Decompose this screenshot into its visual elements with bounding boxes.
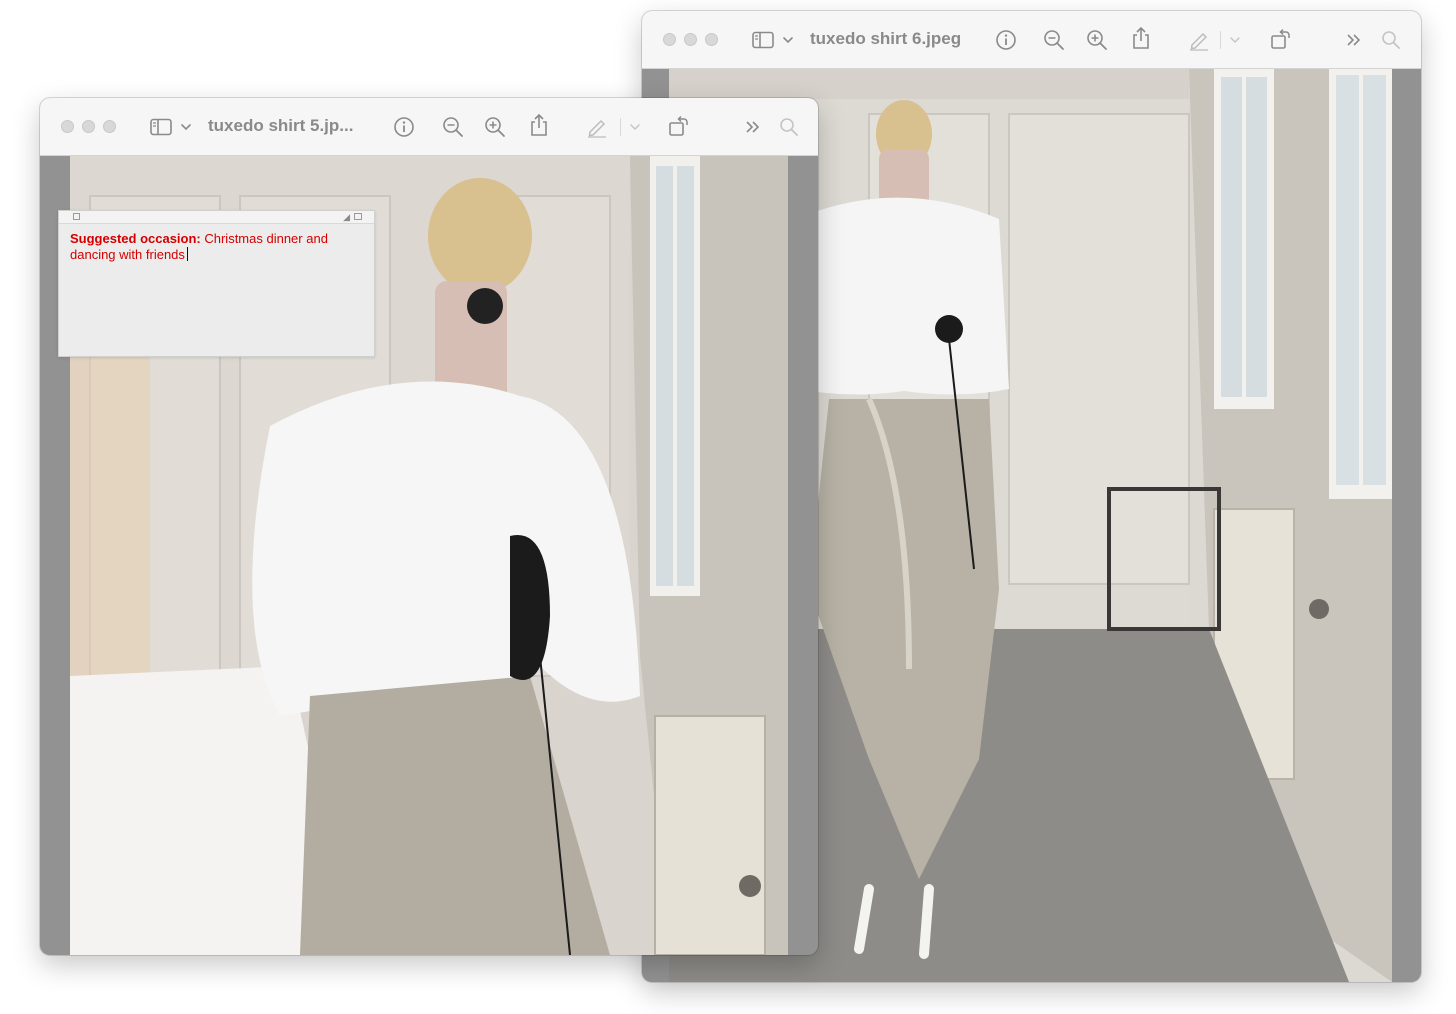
note-title-bar: ◢ (59, 211, 374, 224)
search-button[interactable] (1381, 27, 1401, 53)
markup-button[interactable] (586, 114, 608, 140)
note-collapse-button[interactable] (354, 213, 362, 220)
chevron-down-icon (783, 37, 793, 44)
rotate-icon (1271, 28, 1290, 49)
zoom-out-button[interactable] (1043, 27, 1065, 53)
rotate-button[interactable] (1270, 26, 1292, 52)
close-button[interactable] (61, 120, 74, 133)
window-title: tuxedo shirt 6.jpeg (810, 29, 962, 48)
zoom-out-icon (1044, 30, 1064, 50)
info-button[interactable] (393, 114, 415, 140)
annotation-note[interactable]: ◢ Suggested occasion: Christmas dinner a… (58, 210, 375, 357)
traffic-lights (663, 33, 718, 46)
zoom-out-icon (443, 117, 463, 137)
minimize-button[interactable] (82, 120, 95, 133)
sidebar-menu-button[interactable] (782, 27, 794, 53)
more-button[interactable] (1345, 27, 1363, 53)
share-icon (1133, 26, 1149, 49)
note-close-button[interactable] (73, 213, 80, 220)
zoom-in-icon (1087, 30, 1107, 50)
rotate-icon (669, 115, 688, 136)
info-icon (394, 117, 414, 137)
zoom-out-button[interactable] (442, 114, 464, 140)
toolbar-divider (1220, 31, 1221, 49)
sidebar-toggle-button[interactable] (150, 114, 172, 140)
traffic-lights (61, 120, 116, 133)
zoom-in-button[interactable] (484, 114, 506, 140)
more-icon (746, 121, 760, 133)
share-button[interactable] (529, 112, 549, 138)
minimize-button[interactable] (684, 33, 697, 46)
markup-pen-icon (1190, 32, 1208, 51)
markup-button[interactable] (1188, 27, 1210, 53)
zoom-in-button[interactable] (1086, 27, 1108, 53)
sidebar-icon (752, 31, 774, 49)
markup-pen-icon (588, 119, 606, 138)
share-button[interactable] (1131, 25, 1151, 51)
chevron-down-icon (181, 124, 191, 131)
toolbar: tuxedo shirt 6.jpeg (642, 11, 1421, 69)
search-icon (1382, 31, 1400, 49)
zoom-button[interactable] (103, 120, 116, 133)
note-label: Suggested occasion: (70, 231, 201, 246)
note-resize-icon[interactable]: ◢ (343, 212, 350, 222)
sidebar-toggle-button[interactable] (752, 27, 774, 53)
chevron-down-icon (1230, 37, 1240, 43)
search-icon (780, 118, 798, 136)
more-button[interactable] (744, 114, 762, 140)
close-button[interactable] (663, 33, 676, 46)
sidebar-menu-button[interactable] (180, 114, 192, 140)
sidebar-icon (150, 118, 172, 136)
toolbar: tuxedo shirt 5.jp... (40, 98, 818, 156)
info-icon (996, 30, 1016, 50)
markup-menu-button[interactable] (1229, 27, 1241, 53)
more-icon (1347, 34, 1361, 46)
info-button[interactable] (995, 27, 1017, 53)
rotate-button[interactable] (668, 113, 690, 139)
zoom-button[interactable] (705, 33, 718, 46)
toolbar-divider (620, 118, 621, 136)
chevron-down-icon (630, 124, 640, 130)
zoom-in-icon (485, 117, 505, 137)
window-title: tuxedo shirt 5.jp... (208, 116, 354, 135)
markup-menu-button[interactable] (629, 114, 641, 140)
text-cursor (186, 247, 189, 261)
search-button[interactable] (779, 114, 799, 140)
note-text[interactable]: Suggested occasion: Christmas dinner and… (70, 231, 360, 263)
share-icon (531, 113, 547, 136)
